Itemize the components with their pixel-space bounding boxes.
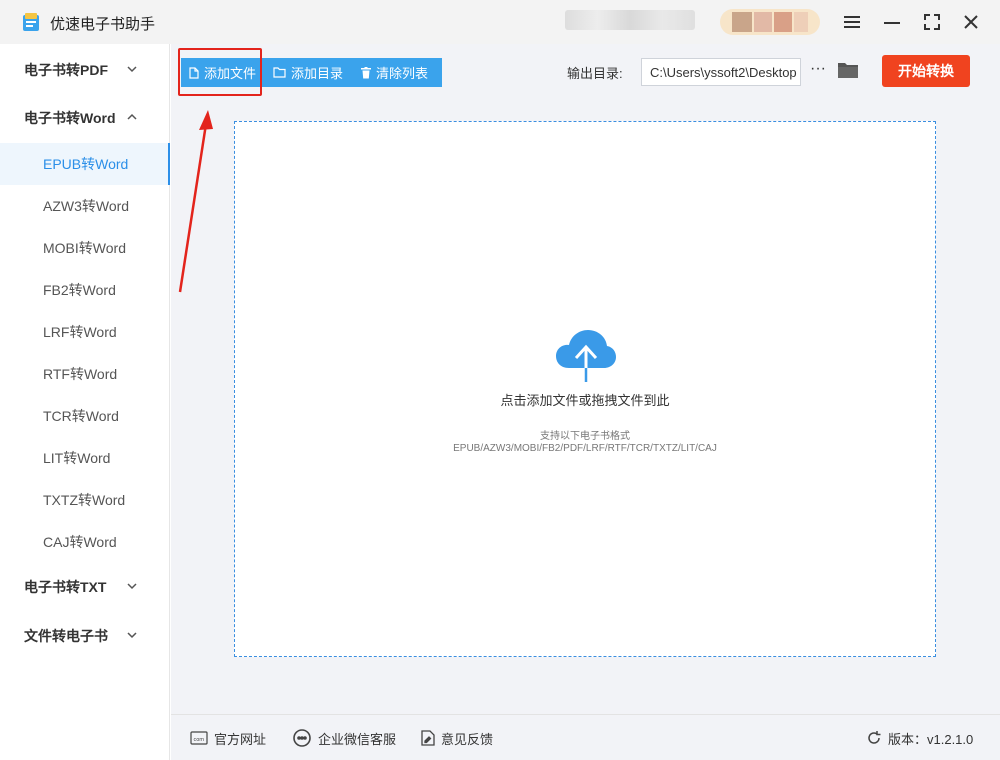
version-label: 版本：v1.2.1.0 <box>888 731 974 747</box>
sidebar-group-label: 电子书转Word <box>24 110 116 126</box>
sidebar-item-fb2-word[interactable]: FB2转Word <box>0 269 170 311</box>
app-logo-icon <box>23 13 39 31</box>
output-dir-label: 输出目录: <box>567 66 623 81</box>
minimize-icon[interactable] <box>880 10 904 34</box>
main-panel: 添加文件 添加目录 清除列表 输出目录: C:\Users\yssoft2\De… <box>171 44 1000 760</box>
user-account-pill[interactable] <box>720 9 820 35</box>
blurred-info <box>565 10 695 30</box>
output-path-field[interactable]: C:\Users\yssoft2\Desktop <box>641 58 801 86</box>
maximize-icon[interactable] <box>920 10 944 34</box>
sidebar-item-azw3-word[interactable]: AZW3转Word <box>0 185 170 227</box>
wechat-service-label: 企业微信客服 <box>318 731 397 747</box>
footer-bar: com 官方网址 企业微信客服 意见反馈 版本：v1.2.1.0 <box>171 714 1000 760</box>
website-icon: com <box>190 731 208 745</box>
sidebar-group-word[interactable]: 电子书转Word <box>0 100 170 136</box>
svg-text:com: com <box>194 737 205 743</box>
feedback-link[interactable]: 意见反馈 <box>421 728 493 748</box>
trash-icon <box>361 66 371 78</box>
sidebar-item-rtf-word[interactable]: RTF转Word <box>0 353 170 395</box>
sidebar-item-label: EPUB转Word <box>43 156 129 172</box>
sidebar-group-txt[interactable]: 电子书转TXT <box>0 569 170 605</box>
add-folder-button[interactable]: 添加目录 <box>265 58 353 87</box>
add-folder-label: 添加目录 <box>291 66 344 81</box>
sidebar-item-label: AZW3转Word <box>43 198 130 214</box>
sidebar-item-caj-word[interactable]: CAJ转Word <box>0 521 170 563</box>
sidebar-group-label: 电子书转TXT <box>24 579 107 595</box>
start-convert-button[interactable]: 开始转换 <box>882 55 970 87</box>
refresh-icon <box>868 731 881 744</box>
feedback-label: 意见反馈 <box>441 731 494 747</box>
sidebar-item-tcr-word[interactable]: TCR转Word <box>0 395 170 437</box>
sidebar-group-label: 文件转电子书 <box>24 628 108 644</box>
chevron-up-icon <box>127 113 137 120</box>
clear-list-button[interactable]: 清除列表 <box>353 58 442 87</box>
app-title: 优速电子书助手 <box>50 16 156 33</box>
chevron-down-icon <box>127 583 137 590</box>
sidebar-item-label: FB2转Word <box>43 282 116 298</box>
add-file-label: 添加文件 <box>204 66 257 81</box>
sidebar-item-mobi-word[interactable]: MOBI转Word <box>0 227 170 269</box>
sidebar-item-label: CAJ转Word <box>43 534 117 550</box>
supported-formats-list: EPUB/AZW3/MOBI/FB2/PDF/LRF/RTF/TCR/TXTZ/… <box>453 443 717 454</box>
sidebar-item-lrf-word[interactable]: LRF转Word <box>0 311 170 353</box>
menu-icon[interactable] <box>840 10 864 34</box>
add-file-button[interactable]: 添加文件 <box>181 58 265 87</box>
version-info[interactable]: 版本：v1.2.1.0 <box>866 728 973 748</box>
website-link[interactable]: com 官方网址 <box>190 728 266 748</box>
sidebar-item-label: TCR转Word <box>43 408 119 424</box>
folder-outline-icon <box>273 67 286 78</box>
sidebar-item-label: LRF转Word <box>43 324 117 340</box>
sidebar-item-lit-word[interactable]: LIT转Word <box>0 437 170 479</box>
title-bar: 优速电子书助手 <box>0 0 1000 44</box>
clear-list-label: 清除列表 <box>376 66 429 81</box>
sidebar-item-label: MOBI转Word <box>43 240 126 256</box>
sidebar: 电子书转PDF 电子书转Word EPUB转Word AZW3转Word MOB… <box>0 44 170 760</box>
close-icon[interactable] <box>959 10 983 34</box>
sidebar-item-epub-word[interactable]: EPUB转Word <box>0 143 170 185</box>
wechat-service-link[interactable]: 企业微信客服 <box>292 728 396 748</box>
sidebar-group-to-ebook[interactable]: 文件转电子书 <box>0 618 170 654</box>
chevron-down-icon <box>127 66 137 73</box>
chevron-down-icon <box>127 632 137 639</box>
sidebar-group-label: 电子书转PDF <box>24 62 108 78</box>
file-drop-zone[interactable]: 点击添加文件或拖拽文件到此 支持以下电子书格式 EPUB/AZW3/MOBI/F… <box>234 121 936 657</box>
drop-hint: 点击添加文件或拖拽文件到此 <box>500 393 670 408</box>
feedback-icon <box>421 730 435 746</box>
supported-formats-label: 支持以下电子书格式 <box>540 431 630 442</box>
sidebar-group-pdf[interactable]: 电子书转PDF <box>0 52 170 88</box>
website-label: 官方网址 <box>214 731 267 747</box>
sidebar-item-label: TXTZ转Word <box>43 492 126 508</box>
more-options-button[interactable]: ··· <box>808 60 828 80</box>
chat-icon <box>293 729 311 747</box>
cloud-upload-icon <box>556 330 616 382</box>
sidebar-item-label: RTF转Word <box>43 366 118 382</box>
open-folder-icon[interactable] <box>837 60 859 80</box>
sidebar-item-label: LIT转Word <box>43 450 111 466</box>
sidebar-item-txtz-word[interactable]: TXTZ转Word <box>0 479 170 521</box>
file-icon <box>189 66 199 79</box>
